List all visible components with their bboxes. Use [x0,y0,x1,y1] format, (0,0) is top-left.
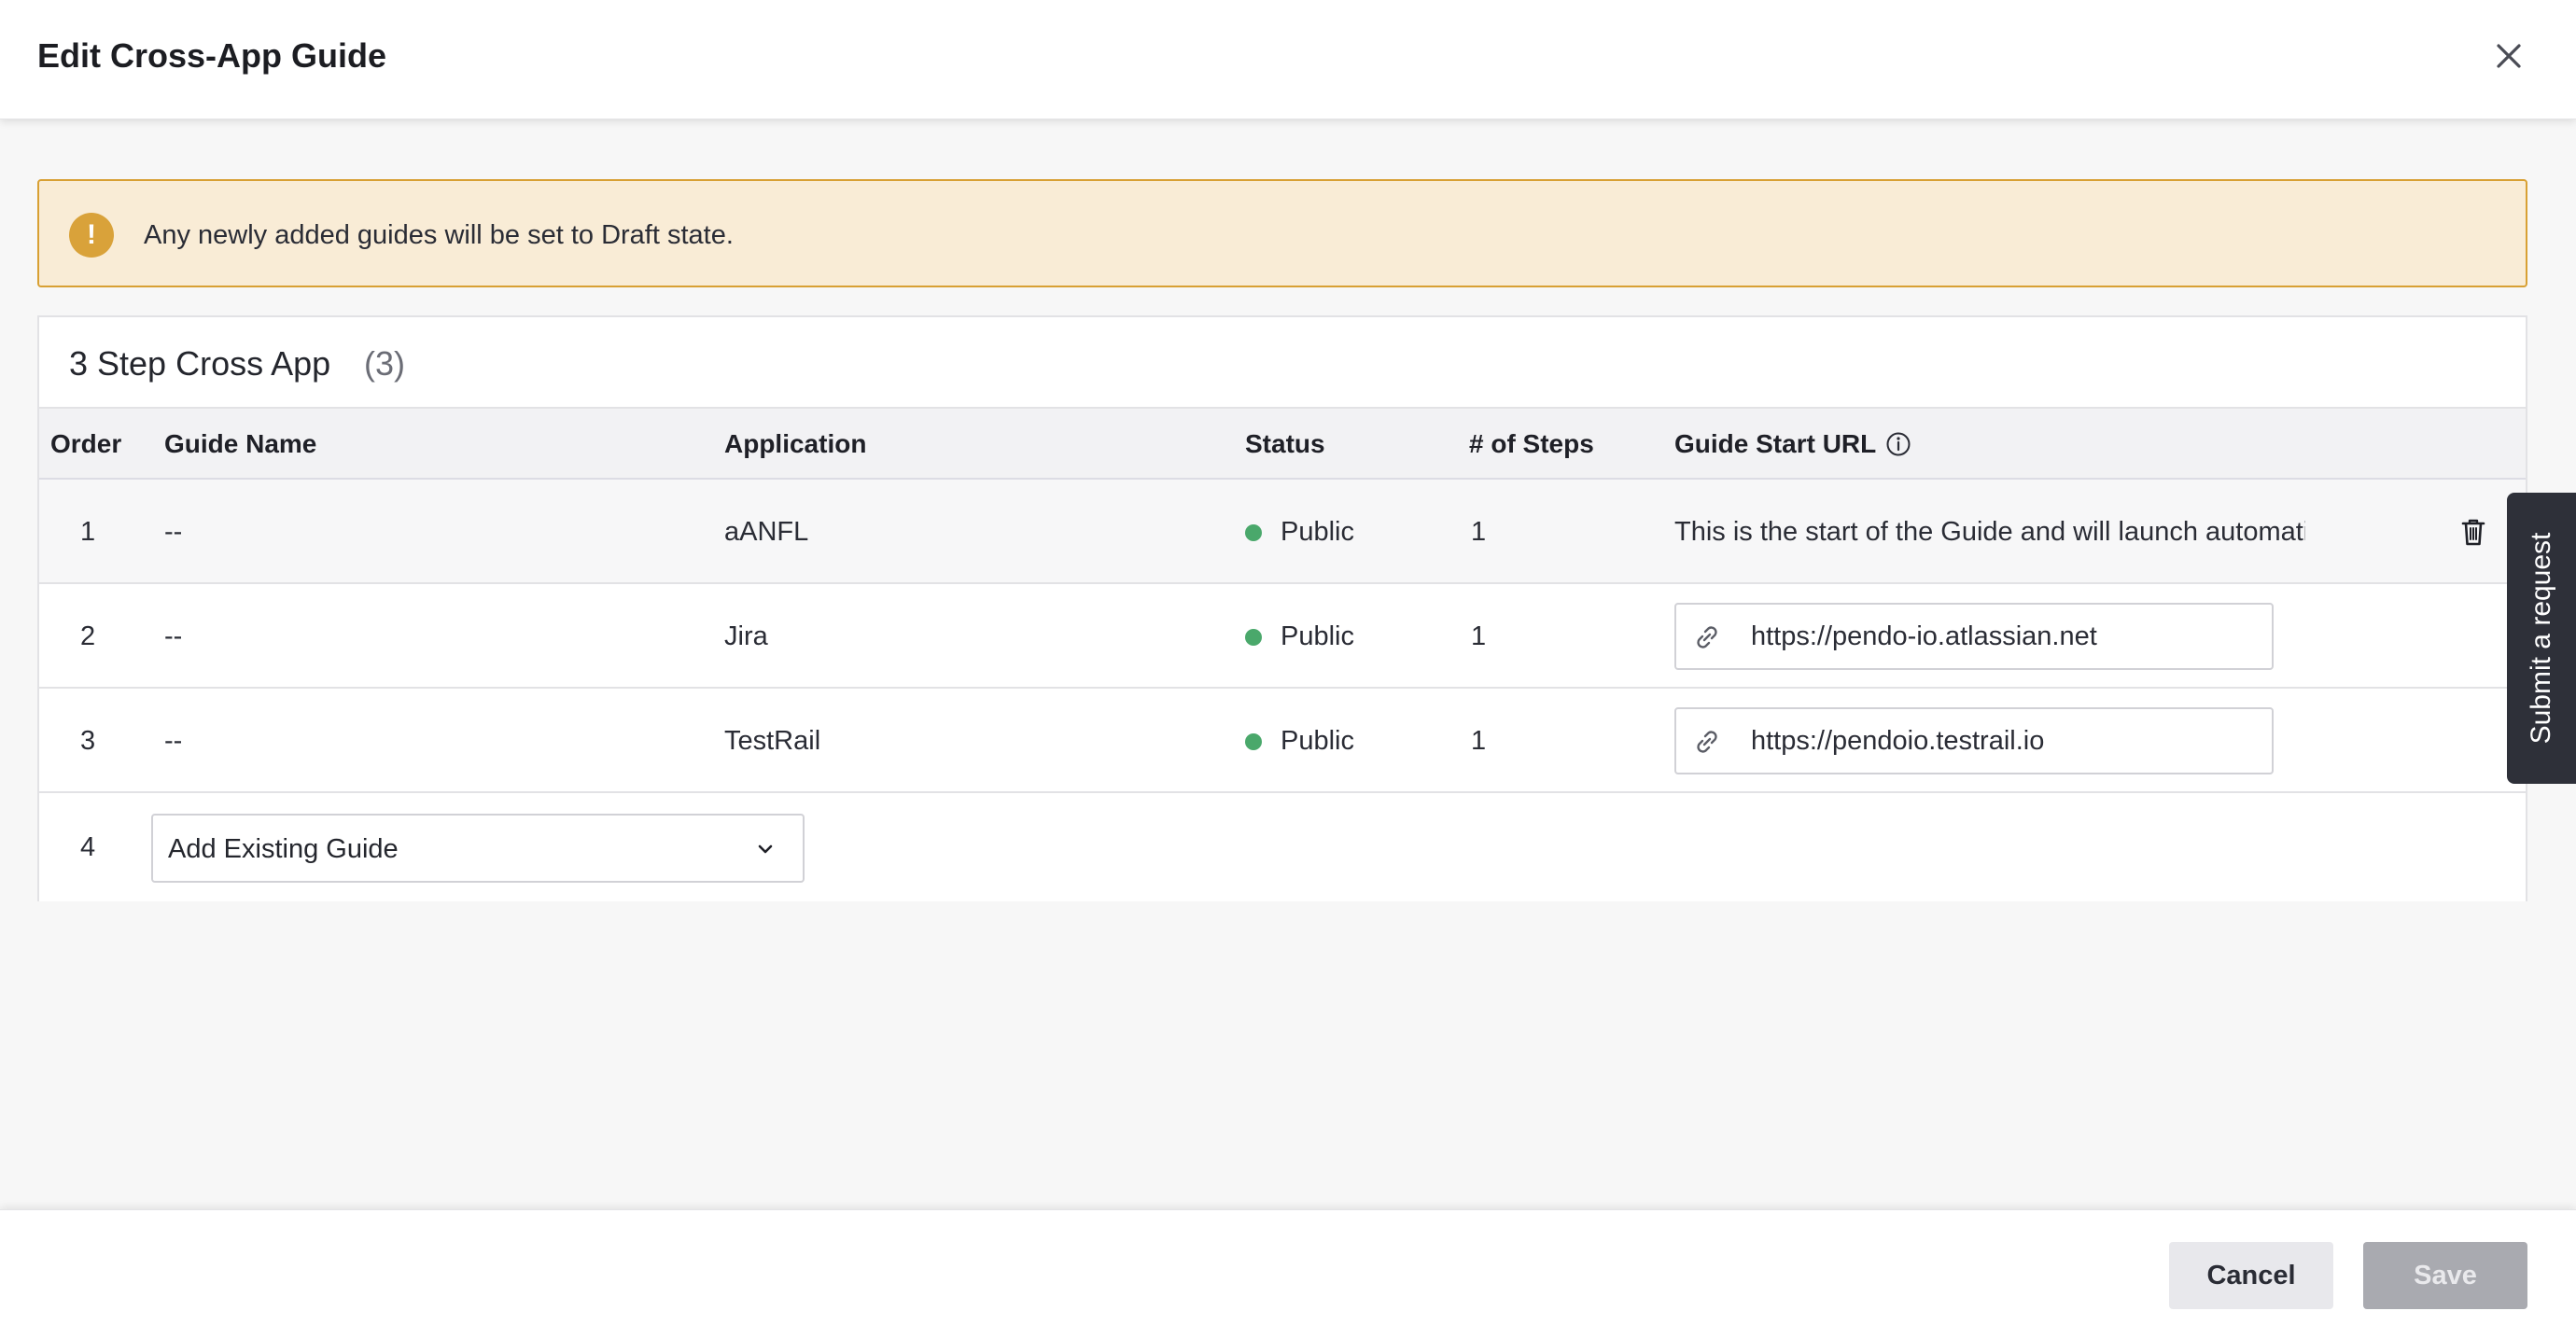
row-steps: 1 [1471,726,1487,756]
banner-message: Any newly added guides will be set to Dr… [144,220,734,250]
cross-app-name: 3 Step Cross App [69,344,331,383]
status-dot [1245,629,1262,646]
row-start-url-text: This is the start of the Guide and will … [1674,517,2305,547]
row-steps: 1 [1471,621,1487,651]
row-order: 3 [80,726,96,756]
start-url-value: https://pendoio.testrail.io [1751,726,2045,756]
row-application: TestRail [724,726,821,756]
row-guide-name: -- [164,621,183,651]
modal-footer: Cancel Save [0,1209,2576,1325]
row-guide-name: -- [164,517,183,547]
warning-icon: ! [69,213,114,258]
start-url-value: https://pendo-io.atlassian.net [1751,621,2097,651]
draft-warning-banner: ! Any newly added guides will be set to … [37,179,2527,287]
row-status: Public [1281,621,1354,651]
row-order: 1 [80,517,96,547]
column-header-start-url: Guide Start URL [1674,427,1911,461]
row-order: 4 [80,832,96,862]
column-header-guide-name: Guide Name [164,429,317,458]
cross-app-card: 3 Step Cross App (3) Order Guide Name Ap… [37,315,2527,901]
column-header-steps: # of Steps [1469,429,1594,458]
status-dot [1245,733,1262,750]
table-row: 3 -- TestRail Public 1 https://pendoio.t… [39,689,2526,793]
column-header-status: Status [1245,429,1325,458]
save-button[interactable]: Save [2363,1242,2527,1309]
row-status: Public [1281,726,1354,756]
info-icon[interactable] [1885,431,1911,457]
table-row: 2 -- Jira Public 1 https://pendo-io.atla… [39,584,2526,689]
column-header-order: Order [50,429,122,458]
add-guide-row: 4 Add Existing Guide [39,795,2526,901]
status-dot [1245,524,1262,541]
guide-count: (3) [364,344,405,383]
submit-request-tab[interactable]: Submit a request [2507,493,2576,784]
start-url-field[interactable]: https://pendo-io.atlassian.net [1674,603,2274,670]
row-steps: 1 [1471,517,1487,547]
select-value: Add Existing Guide [168,834,399,864]
close-icon[interactable] [2486,34,2531,78]
table-header: Order Guide Name Application Status # of… [39,409,2526,480]
column-header-start-url-label: Guide Start URL [1674,429,1877,458]
modal-header: Edit Cross-App Guide [0,0,2576,119]
row-status: Public [1281,517,1354,547]
chevron-down-icon [758,844,773,854]
row-application: Jira [724,621,768,651]
row-guide-name: -- [164,726,183,756]
cancel-button[interactable]: Cancel [2169,1242,2333,1309]
trash-icon[interactable] [2457,515,2490,549]
submit-request-label: Submit a request [2526,532,2556,745]
link-icon [1697,731,1717,753]
row-application: aANFL [724,517,809,547]
start-url-field[interactable]: https://pendoio.testrail.io [1674,707,2274,774]
modal-title: Edit Cross-App Guide [37,36,387,75]
table-row: 1 -- aANFL Public 1 This is the start of… [39,480,2526,584]
card-header: 3 Step Cross App (3) [39,317,2526,409]
column-header-application: Application [724,429,867,458]
link-icon [1697,626,1717,649]
row-order: 2 [80,621,96,651]
add-existing-guide-select[interactable]: Add Existing Guide [151,814,805,883]
